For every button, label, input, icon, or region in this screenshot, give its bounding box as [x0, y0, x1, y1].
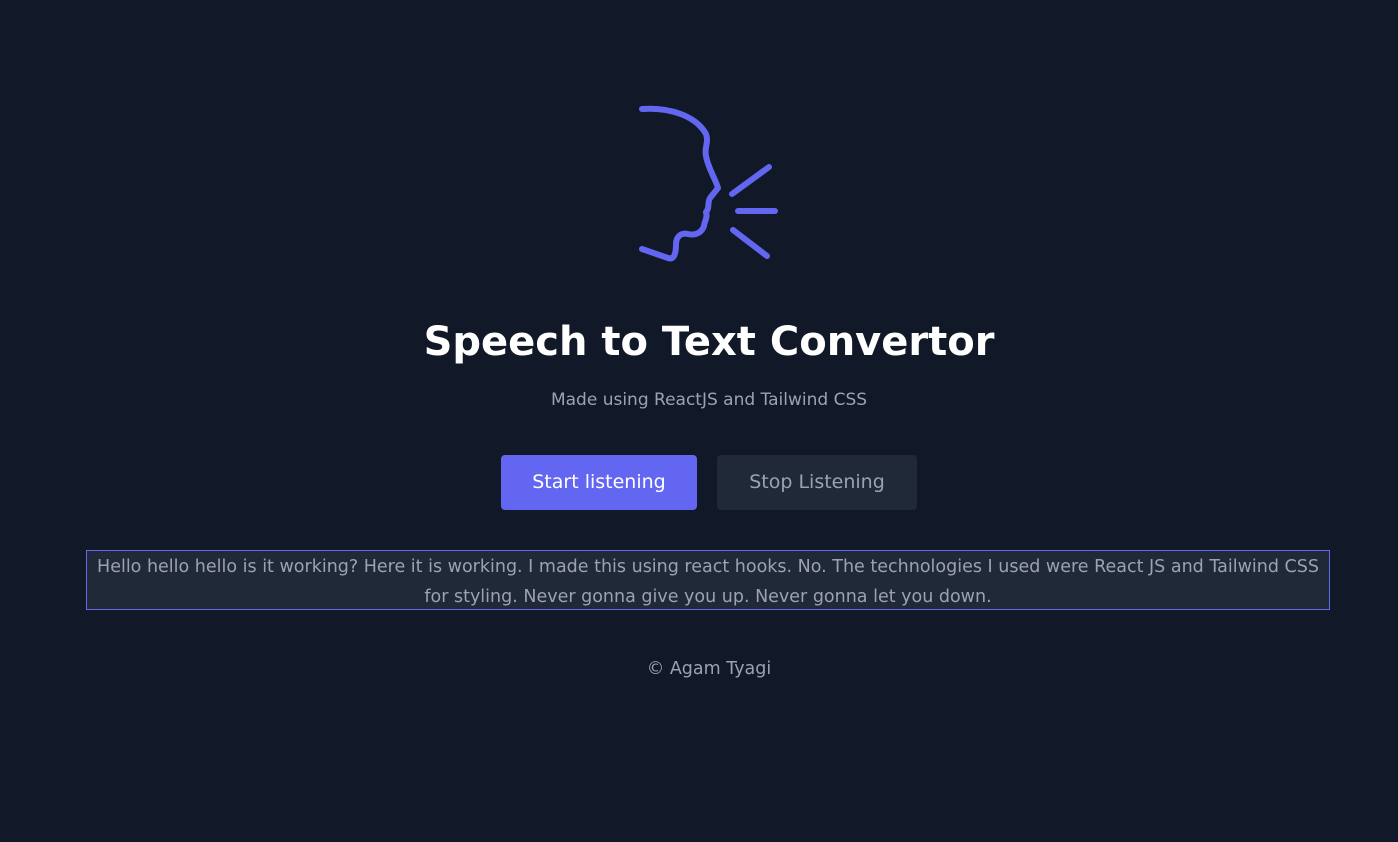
page-subtitle: Made using ReactJS and Tailwind CSS	[550, 390, 868, 410]
footer-copyright: © Agam Tyagi	[646, 659, 772, 679]
app-root: Speech to Text Convertor Made using Reac…	[0, 0, 1398, 842]
stop-listening-button[interactable]: Stop Listening	[717, 455, 917, 510]
speaking-head-icon	[636, 104, 782, 264]
page-title: Speech to Text Convertor	[423, 319, 995, 365]
start-listening-button[interactable]: Start listening	[501, 455, 697, 510]
transcript-box: Hello hello hello is it working? Here it…	[86, 550, 1330, 610]
